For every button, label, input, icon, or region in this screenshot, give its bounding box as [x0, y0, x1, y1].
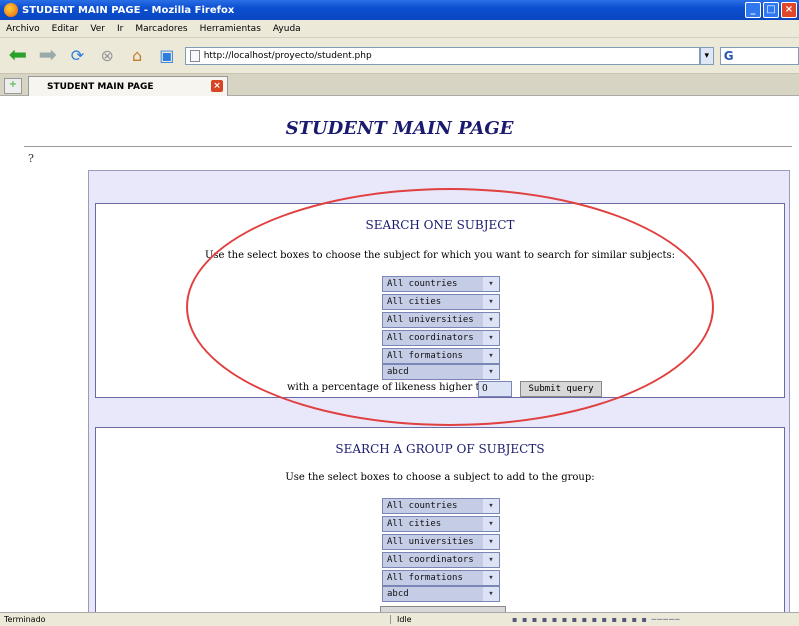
select-value: All countries — [387, 279, 458, 289]
likeness-label: with a percentage of likeness higher tha… — [287, 382, 502, 393]
menu-herramientas[interactable]: Herramientas — [200, 24, 261, 34]
reload-icon[interactable]: ⟳ — [66, 44, 90, 68]
country-select[interactable]: All countries ▾ — [382, 276, 500, 292]
section-title: SEARCH ONE SUBJECT — [365, 218, 515, 232]
select-value: All cities — [387, 519, 442, 529]
status-text: Terminado — [4, 615, 46, 624]
divider — [24, 146, 792, 147]
back-arrow-icon[interactable]: ⬅ — [6, 43, 30, 68]
page-title: STUDENT MAIN PAGE — [285, 118, 514, 139]
select-value: abcd — [387, 589, 409, 599]
chevron-down-icon: ▾ — [483, 535, 499, 549]
firefox-icon — [4, 3, 18, 17]
status-bar: Terminado Idle ▪ ▪ ▪ ▪ ▪ ▪ ▪ ▪ ▪ ▪ ▪ ▪ ▪… — [0, 612, 799, 626]
coordinator-select[interactable]: All coordinators ▾ — [382, 552, 500, 568]
formation-select[interactable]: All formations ▾ — [382, 570, 500, 586]
select-value: All formations — [387, 573, 463, 583]
select-value: All universities — [387, 315, 474, 325]
url-dropdown-chevron-icon[interactable]: ▾ — [699, 46, 714, 65]
likeness-input[interactable]: 0 — [478, 381, 512, 397]
submit-query-button[interactable]: Submit query — [520, 381, 602, 397]
select-value: All cities — [387, 297, 442, 307]
menu-marcadores[interactable]: Marcadores — [135, 24, 187, 34]
select-value: All universities — [387, 537, 474, 547]
chevron-down-icon: ▾ — [483, 331, 499, 345]
chevron-down-icon: ▾ — [483, 277, 499, 291]
select-value: All formations — [387, 351, 463, 361]
forward-arrow-icon[interactable]: ➡ — [36, 43, 60, 68]
select-value: abcd — [387, 367, 409, 377]
chevron-down-icon: ▾ — [483, 553, 499, 567]
menu-archivo[interactable]: Archivo — [6, 24, 40, 34]
section-description: Use the select boxes to choose a subject… — [285, 472, 595, 483]
chevron-down-icon: ▾ — [483, 517, 499, 531]
close-tab-icon[interactable]: × — [211, 80, 223, 92]
section-title: SEARCH A GROUP OF SUBJECTS — [335, 442, 545, 456]
coordinator-select[interactable]: All coordinators ▾ — [382, 330, 500, 346]
search-box[interactable]: G — [719, 46, 799, 65]
chevron-down-icon: ▾ — [483, 587, 499, 601]
formation-select[interactable]: All formations ▾ — [382, 348, 500, 364]
chevron-down-icon: ▾ — [483, 365, 499, 379]
subject-select[interactable]: abcd ▾ — [382, 586, 500, 602]
home-icon[interactable]: ⌂ — [125, 44, 149, 68]
bookmark-icon[interactable]: ▣ — [155, 44, 179, 68]
chevron-down-icon: ▾ — [483, 349, 499, 363]
menu-ayuda[interactable]: Ayuda — [273, 24, 301, 34]
subject-select[interactable]: abcd ▾ — [382, 364, 500, 380]
url-bar[interactable]: http://localhost/proyecto/student.php — [184, 46, 700, 65]
chevron-down-icon: ▾ — [483, 295, 499, 309]
section-description: Use the select boxes to choose the subje… — [204, 250, 676, 261]
navigation-toolbar: ⬅ ➡ ⟳ ⊗ ⌂ ▣ http://localhost/proyecto/st… — [0, 38, 799, 74]
status-idle: Idle — [390, 615, 412, 624]
tab-student-main-page[interactable]: STUDENT MAIN PAGE × — [28, 76, 228, 96]
city-select[interactable]: All cities ▾ — [382, 294, 500, 310]
menu-editar[interactable]: Editar — [52, 24, 79, 34]
menu-ver[interactable]: Ver — [90, 24, 105, 34]
url-text: http://localhost/proyecto/student.php — [203, 50, 372, 61]
menu-ir[interactable]: Ir — [117, 24, 123, 34]
minimize-button[interactable]: _ — [745, 2, 761, 18]
new-tab-icon[interactable]: + — [4, 78, 22, 94]
select-value: All coordinators — [387, 555, 474, 565]
search-group-box: SEARCH A GROUP OF SUBJECTS Use the selec… — [95, 427, 785, 612]
menu-bar: Archivo Editar Ver Ir Marcadores Herrami… — [0, 20, 799, 38]
select-value: All coordinators — [387, 333, 474, 343]
status-toolbar-icons: ▪ ▪ ▪ ▪ ▪ ▪ ▪ ▪ ▪ ▪ ▪ ▪ ▪ ▪ ───── — [512, 615, 681, 624]
window-title: STUDENT MAIN PAGE - Mozilla Firefox — [22, 4, 235, 16]
tab-label: STUDENT MAIN PAGE — [47, 81, 154, 92]
help-icon[interactable]: ? — [28, 152, 34, 165]
page-icon — [189, 49, 200, 62]
university-select[interactable]: All universities ▾ — [382, 534, 500, 550]
university-select[interactable]: All universities ▾ — [382, 312, 500, 328]
page-content: STUDENT MAIN PAGE ? SEARCH ONE SUBJECT U… — [0, 96, 799, 612]
chevron-down-icon: ▾ — [483, 313, 499, 327]
select-value: All countries — [387, 501, 458, 511]
chevron-down-icon: ▾ — [483, 571, 499, 585]
tab-bar: + STUDENT MAIN PAGE × — [0, 74, 799, 96]
city-select[interactable]: All cities ▾ — [382, 516, 500, 532]
window-titlebar: STUDENT MAIN PAGE - Mozilla Firefox _ □ … — [0, 0, 799, 20]
chevron-down-icon: ▾ — [483, 499, 499, 513]
country-select[interactable]: All countries ▾ — [382, 498, 500, 514]
window-controls: _ □ × — [745, 2, 797, 18]
maximize-button[interactable]: □ — [763, 2, 779, 18]
stop-icon[interactable]: ⊗ — [95, 44, 119, 68]
close-window-button[interactable]: × — [781, 2, 797, 18]
search-panel: SEARCH ONE SUBJECT Use the select boxes … — [88, 170, 790, 612]
search-one-subject-box: SEARCH ONE SUBJECT Use the select boxes … — [95, 203, 785, 398]
